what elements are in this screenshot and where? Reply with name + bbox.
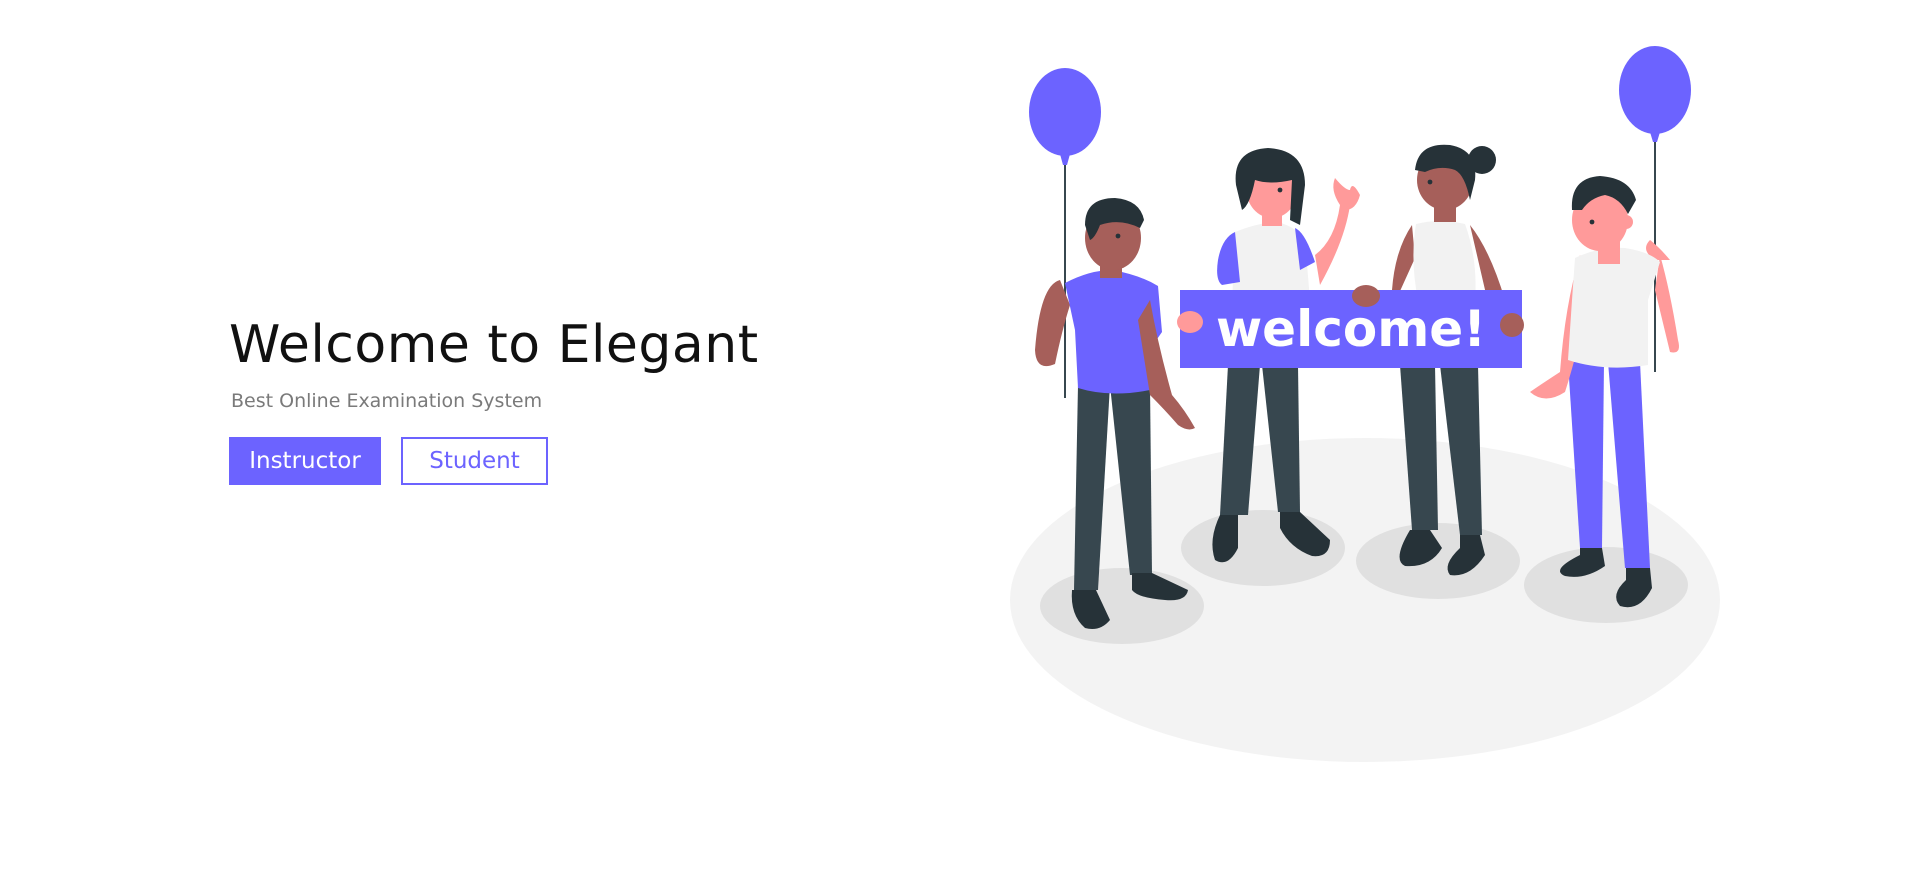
welcome-illustration: welcome! <box>1010 46 1720 762</box>
hero-section: Welcome to Elegant Best Online Examinati… <box>229 315 759 485</box>
page-title: Welcome to Elegant <box>229 315 759 375</box>
page-subtitle: Best Online Examination System <box>231 390 543 412</box>
foot-shadow <box>1356 523 1520 599</box>
landing-page: Welcome to Elegant Best Online Examinati… <box>0 0 1920 880</box>
foot-shadow <box>1524 547 1688 623</box>
welcome-banner: welcome! <box>1177 285 1524 368</box>
student-button[interactable]: Student <box>401 437 548 485</box>
balloon-right <box>1619 46 1691 134</box>
instructor-button[interactable]: Instructor <box>229 437 381 485</box>
foot-shadow <box>1040 568 1204 644</box>
role-buttons: Instructor Student <box>229 437 759 485</box>
banner-text: welcome! <box>1216 300 1486 358</box>
balloon-left <box>1029 68 1101 156</box>
